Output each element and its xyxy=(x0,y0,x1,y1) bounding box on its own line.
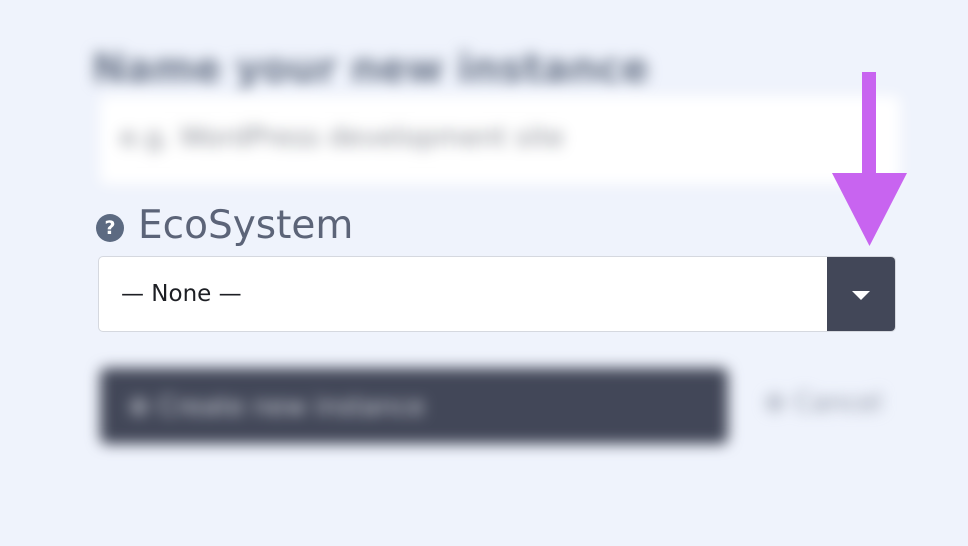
ecosystem-dropdown-button[interactable] xyxy=(827,257,895,331)
pointer-arrow-icon xyxy=(832,72,907,246)
ecosystem-label: EcoSystem xyxy=(138,202,354,248)
ecosystem-label-row: ? EcoSystem xyxy=(96,200,353,250)
ecosystem-selected-value: — None — xyxy=(121,281,242,307)
instance-name-placeholder: e.g. WordPress development site xyxy=(120,122,564,153)
caret-down-icon xyxy=(852,291,870,300)
ecosystem-select[interactable]: — None — xyxy=(98,256,896,332)
cancel-link[interactable]: ⊗ Cancel xyxy=(764,388,882,418)
create-instance-button-label: ⊕ Create new instance xyxy=(128,392,425,422)
instance-name-label: Name your new instance xyxy=(92,46,649,92)
question-circle-icon[interactable]: ? xyxy=(96,214,124,242)
instance-name-input[interactable]: e.g. WordPress development site xyxy=(100,96,900,184)
create-instance-button[interactable]: ⊕ Create new instance xyxy=(100,368,728,444)
